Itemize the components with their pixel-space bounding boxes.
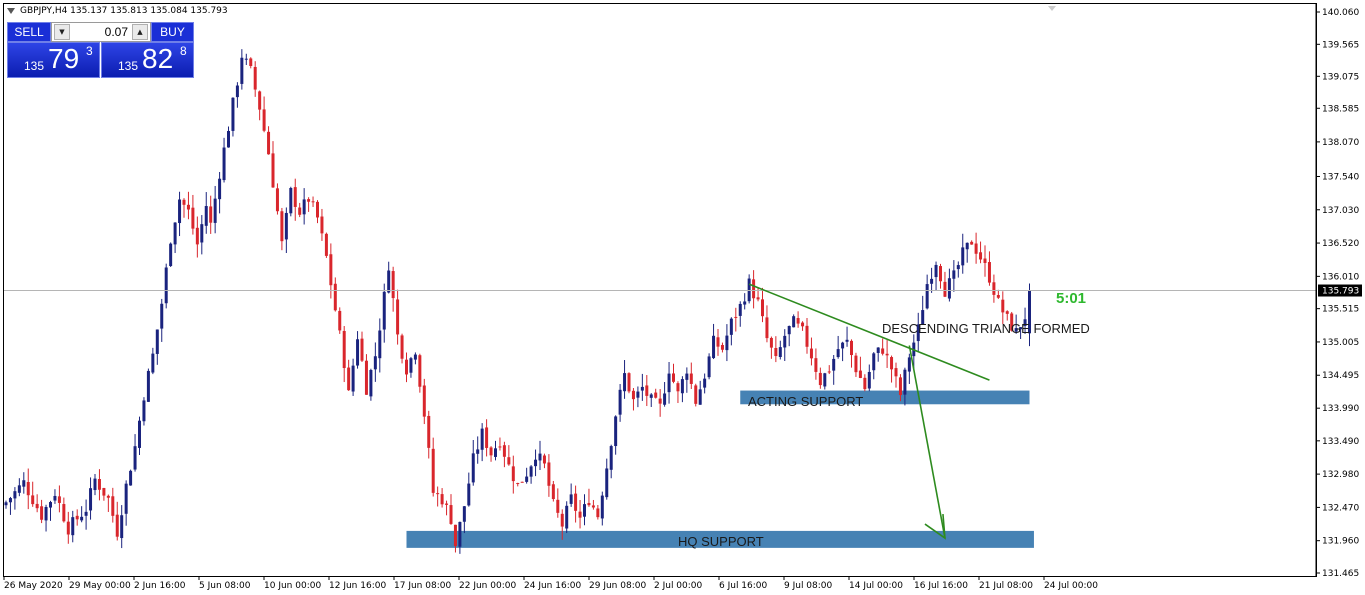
- lot-increase-icon[interactable]: ▲: [132, 24, 148, 40]
- x-tick-label: 14 Jul 00:00: [849, 581, 903, 591]
- x-tick-label: 22 Jun 00:00: [459, 581, 516, 591]
- x-tick-label: 29 May 00:00: [69, 581, 131, 591]
- lot-decrease-icon[interactable]: ▼: [54, 24, 70, 40]
- x-tick-label: 2 Jul 00:00: [654, 581, 703, 591]
- y-tick-label: 133.990: [1322, 404, 1359, 414]
- lot-size-field[interactable]: ▼ 0.07 ▲: [51, 22, 151, 42]
- x-tick-label: 6 Jul 16:00: [719, 581, 768, 591]
- x-tick-label: 24 Jun 16:00: [524, 581, 581, 591]
- x-tick-label: 24 Jul 00:00: [1044, 581, 1098, 591]
- candle: [231, 97, 235, 137]
- y-tick-label: 131.465: [1322, 569, 1359, 579]
- y-tick-label: 139.565: [1322, 40, 1359, 50]
- buy-price-fraction: 8: [180, 44, 187, 58]
- candle: [289, 186, 293, 217]
- x-tick-label: 16 Jul 16:00: [914, 581, 968, 591]
- sell-price-pips: 79: [48, 43, 80, 74]
- y-tick-label: 138.070: [1322, 138, 1359, 148]
- buy-price-big-figure: 135: [118, 59, 139, 73]
- candle: [164, 263, 168, 309]
- sell-button[interactable]: SELL: [7, 22, 51, 42]
- acting-support-label: ACTING SUPPORT: [748, 394, 863, 409]
- sell-price-fraction: 3: [86, 44, 93, 58]
- y-tick-label: 138.585: [1322, 104, 1359, 114]
- candle: [338, 307, 342, 334]
- lot-size-value[interactable]: 0.07: [74, 25, 128, 39]
- y-tick-label: 133.490: [1322, 437, 1359, 447]
- buy-button[interactable]: BUY: [151, 22, 194, 42]
- y-tick-label: 136.520: [1322, 239, 1359, 249]
- candle: [694, 383, 698, 407]
- y-tick-label: 132.980: [1322, 470, 1359, 480]
- buy-price-pips: 82: [142, 43, 174, 74]
- current-price-label: 135.793: [1322, 287, 1359, 297]
- current-price-tag: 135.793: [1318, 284, 1362, 297]
- one-click-trading-panel: SELL ▼ 0.07 ▲ BUY 135 79 3 135 82 8: [7, 22, 194, 78]
- candle: [324, 232, 328, 258]
- buy-price-box[interactable]: 135 82 8: [101, 42, 194, 78]
- candle: [747, 274, 751, 304]
- candle: [169, 242, 173, 267]
- descending-triangle-label: DESCENDING TRIANGE FORMED: [882, 321, 1090, 336]
- y-tick-label: 134.495: [1322, 371, 1359, 381]
- y-tick-label: 135.515: [1322, 305, 1359, 315]
- y-tick-label: 137.030: [1322, 206, 1359, 216]
- x-tick-label: 2 Jun 16:00: [134, 581, 186, 591]
- candle: [627, 372, 631, 394]
- candle: [707, 353, 711, 380]
- candle-timer: 5:01: [1056, 290, 1086, 307]
- y-tick-label: 140.060: [1322, 8, 1359, 18]
- candle: [129, 469, 133, 486]
- x-tick-label: 21 Jul 08:00: [979, 581, 1033, 591]
- candle: [369, 368, 373, 401]
- candle: [146, 368, 150, 402]
- candle: [565, 501, 569, 534]
- symbol-header: GBPJPY,H4 135.137 135.813 135.084 135.79…: [20, 6, 228, 16]
- y-tick-label: 137.540: [1322, 172, 1359, 182]
- x-tick-label: 9 Jul 08:00: [784, 581, 833, 591]
- y-tick-label: 132.470: [1322, 503, 1359, 513]
- x-tick-label: 17 Jun 08:00: [394, 581, 451, 591]
- x-tick-label: 12 Jun 16:00: [329, 581, 386, 591]
- chart-background: [0, 0, 1365, 595]
- x-tick-label: 26 May 2020: [4, 581, 63, 591]
- y-tick-label: 135.005: [1322, 338, 1359, 348]
- y-tick-label: 131.960: [1322, 537, 1359, 547]
- y-tick-label: 136.010: [1322, 272, 1359, 282]
- x-tick-label: 5 Jun 08:00: [199, 581, 251, 591]
- y-tick-label: 139.075: [1322, 72, 1359, 82]
- candle: [792, 314, 796, 328]
- price-chart[interactable]: DESCENDING TRIANGE FORMED ACTING SUPPORT…: [0, 0, 1365, 595]
- hq-support-label: HQ SUPPORT: [678, 534, 764, 549]
- collapse-triangle-icon[interactable]: [7, 8, 15, 14]
- sell-price-box[interactable]: 135 79 3: [7, 42, 100, 78]
- sell-price-big-figure: 135: [24, 59, 45, 73]
- x-tick-label: 10 Jun 00:00: [264, 581, 321, 591]
- x-tick-label: 29 Jun 08:00: [589, 581, 646, 591]
